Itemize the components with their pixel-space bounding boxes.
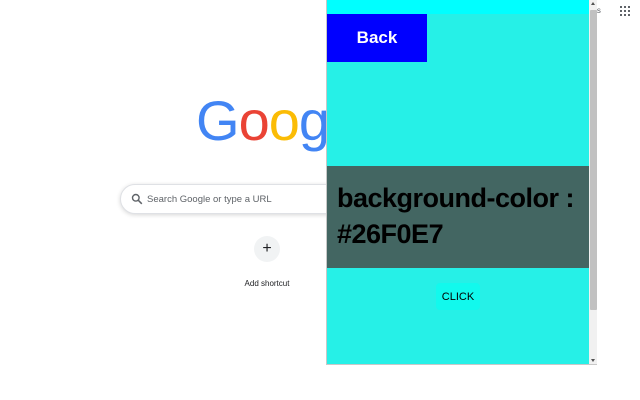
back-button[interactable]: Back (327, 14, 427, 62)
extension-popup: Back background-color : #26F0E7 CLICK (326, 0, 597, 365)
apps-grid-icon[interactable] (620, 6, 630, 16)
logo-letter: G (196, 89, 240, 152)
popup-top-strip (327, 0, 589, 14)
search-icon (131, 193, 143, 205)
logo-letter: o (268, 89, 300, 152)
logo-letter: g (298, 89, 330, 152)
scroll-thumb[interactable] (590, 10, 597, 310)
scroll-up-arrow-icon[interactable] (591, 2, 595, 5)
add-shortcut[interactable]: + Add shortcut (240, 236, 294, 288)
color-info-panel: background-color : #26F0E7 (327, 166, 589, 268)
add-shortcut-label: Add shortcut (244, 279, 290, 288)
background-color-text: background-color : #26F0E7 (337, 183, 575, 249)
click-button[interactable]: CLICK (436, 283, 480, 310)
logo-letter: o (238, 89, 270, 152)
add-icon[interactable]: + (254, 236, 280, 262)
popup-scrollbar[interactable] (589, 0, 597, 364)
scroll-down-arrow-icon[interactable] (591, 359, 595, 362)
